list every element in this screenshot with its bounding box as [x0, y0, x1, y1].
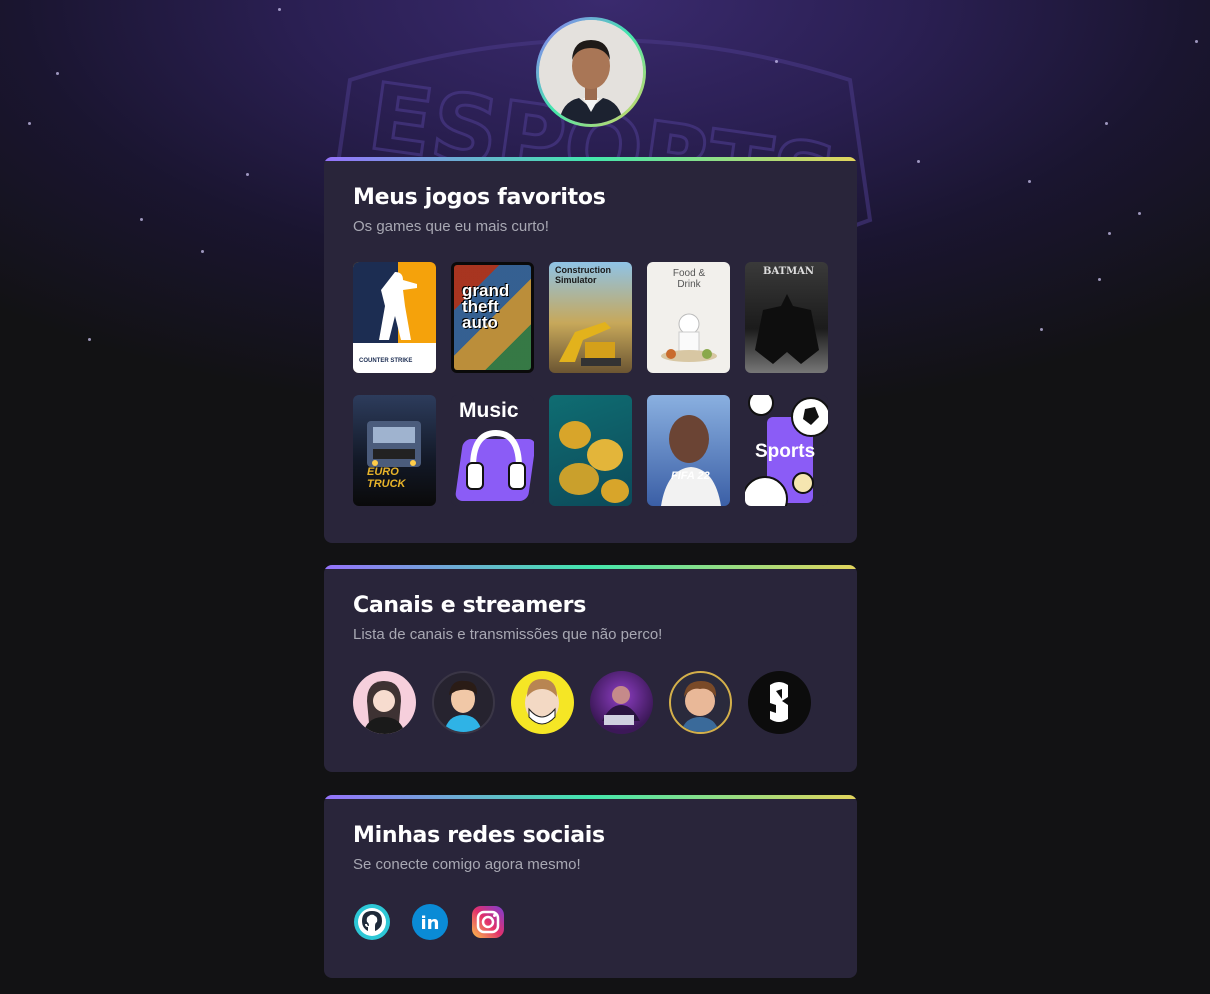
game-label: COUNTER STRIKE — [359, 358, 413, 364]
game-construction-simulator[interactable]: Construction Simulator — [549, 262, 632, 373]
channels-subtitle: Lista de canais e transmissões que não p… — [353, 626, 663, 643]
streamer-avatar-1[interactable] — [353, 671, 416, 734]
game-label: FIFA 22 — [671, 470, 710, 482]
game-label: Food & Drink — [672, 268, 706, 290]
instagram-link[interactable] — [469, 903, 507, 941]
github-icon — [354, 904, 390, 940]
game-label: BATMAN — [763, 266, 815, 277]
game-label: Music — [459, 399, 519, 422]
game-fifa-22[interactable]: FIFA 22 — [647, 395, 730, 506]
streamer-avatar-3[interactable] — [511, 671, 574, 734]
favorite-games-card: Meus jogos favoritos Os games que eu mai… — [324, 157, 857, 543]
profile-photo — [539, 20, 643, 124]
instagram-icon — [472, 906, 504, 938]
linkedin-link[interactable]: in — [411, 903, 449, 941]
favorite-games-subtitle: Os games que eu mais curto! — [353, 218, 549, 235]
game-label: EURO TRUCK — [367, 466, 406, 490]
game-food-drink[interactable]: Food & Drink — [647, 262, 730, 373]
game-crypto-coins[interactable] — [549, 395, 632, 506]
favorite-games-title: Meus jogos favoritos — [353, 185, 606, 210]
linkedin-icon: in — [412, 904, 448, 940]
streamer-avatar-4[interactable] — [590, 671, 653, 734]
game-label: grand theft auto — [462, 281, 510, 332]
profile-avatar — [536, 17, 646, 127]
game-counter-strike[interactable]: COUNTER STRIKE — [353, 262, 436, 373]
channels-card: Canais e streamers Lista de canais e tra… — [324, 565, 857, 772]
game-batman[interactable]: BATMAN — [745, 262, 828, 373]
social-links: in — [353, 903, 828, 941]
github-link[interactable] — [353, 903, 391, 941]
game-euro-truck[interactable]: EURO TRUCK — [353, 395, 436, 506]
streamers-list — [353, 671, 828, 734]
streamer-avatar-2[interactable] — [432, 671, 495, 734]
streamer-avatar-5[interactable] — [669, 671, 732, 734]
games-grid: COUNTER STRIKE grand theft auto Construc… — [353, 262, 828, 506]
streamer-avatar-6[interactable] — [748, 671, 811, 734]
game-label: Construction Simulator — [555, 265, 611, 285]
game-sports[interactable]: Sports — [745, 395, 828, 506]
social-card: Minhas redes sociais Se conecte comigo a… — [324, 795, 857, 978]
svg-text:in: in — [421, 913, 440, 934]
game-gta-v[interactable]: grand theft auto — [451, 262, 534, 373]
game-music[interactable]: Music — [451, 395, 534, 506]
channels-title: Canais e streamers — [353, 593, 586, 618]
game-label: Sports — [755, 441, 816, 462]
social-subtitle: Se conecte comigo agora mesmo! — [353, 856, 581, 873]
social-title: Minhas redes sociais — [353, 823, 605, 848]
